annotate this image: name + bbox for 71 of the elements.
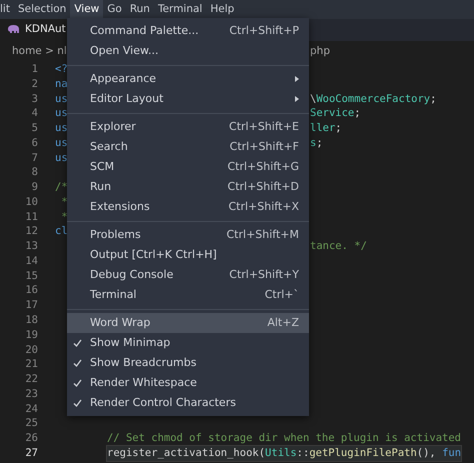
menu-bar-item[interactable]: Selection bbox=[14, 0, 70, 19]
line-number: 9 bbox=[30, 180, 38, 195]
line-number: 19 bbox=[24, 328, 38, 343]
menu-bar-item[interactable]: lit bbox=[0, 0, 14, 19]
code-text: na bbox=[55, 76, 68, 92]
line-number: 22 bbox=[24, 372, 38, 387]
menu-item[interactable]: SCM Ctrl+Shift+G bbox=[67, 157, 309, 177]
line-number: 16 bbox=[24, 283, 38, 298]
breadcrumb[interactable]: home > nl bbox=[12, 44, 67, 60]
line-number: 25 bbox=[24, 416, 38, 432]
line-number: 14 bbox=[24, 254, 38, 269]
code-text: * bbox=[60, 210, 68, 224]
line-number: 23 bbox=[24, 386, 38, 402]
line-number: 11 bbox=[24, 210, 38, 224]
code-text: us bbox=[55, 150, 68, 166]
code-text: us bbox=[55, 121, 68, 136]
line-number: 8 bbox=[30, 165, 38, 180]
code-text: ller; bbox=[310, 121, 342, 136]
code-text: * bbox=[60, 194, 68, 210]
menu-item[interactable]: Debug Console Ctrl+Shift+Y bbox=[67, 265, 309, 285]
code-text: us bbox=[55, 106, 68, 122]
breadcrumb[interactable]: php bbox=[310, 44, 330, 60]
line-number: 7 bbox=[30, 150, 38, 166]
line-number: 2 bbox=[30, 76, 38, 92]
code-line: // Set chmod of storage dir when the plugin is activated bbox=[107, 431, 462, 446]
line-number: 27 bbox=[24, 446, 38, 461]
menu-item[interactable]: Explorer Ctrl+Shift+E bbox=[67, 117, 309, 137]
menu-item[interactable]: Word Wrap Alt+Z bbox=[67, 313, 309, 333]
menu-item[interactable]: Terminal Ctrl+` bbox=[67, 285, 309, 305]
line-number: 1 bbox=[30, 62, 38, 77]
menu-item[interactable]: Appearance bbox=[67, 69, 309, 89]
menu-item[interactable]: Extensions Ctrl+Shift+X bbox=[67, 197, 309, 217]
line-number: 6 bbox=[30, 136, 38, 151]
line-number: 17 bbox=[24, 298, 38, 314]
line-number: 20 bbox=[24, 342, 38, 358]
menu-item[interactable]: Render Whitespace bbox=[67, 373, 309, 393]
line-number: 21 bbox=[24, 357, 38, 372]
menu-item[interactable]: Problems Ctrl+Shift+M bbox=[67, 225, 309, 245]
code-text: <? bbox=[55, 62, 68, 77]
menu-item[interactable]: Open View... bbox=[67, 41, 309, 61]
menu-item[interactable]: Render Control Characters bbox=[67, 393, 309, 413]
menu-bar-item[interactable]: View bbox=[70, 0, 104, 19]
menu-bar-item[interactable]: Run bbox=[126, 0, 154, 19]
menu-item[interactable]: Editor Layout bbox=[67, 89, 309, 109]
code-text: \WooCommerceFactory; bbox=[310, 92, 436, 106]
code-text: s; bbox=[310, 136, 323, 151]
line-number: 12 bbox=[24, 224, 38, 240]
menu-item[interactable]: Search Ctrl+Shift+F bbox=[67, 137, 309, 157]
line-number: 15 bbox=[24, 268, 38, 284]
menu-item[interactable]: Show Breadcrumbs bbox=[67, 353, 309, 373]
elephant-icon bbox=[7, 25, 20, 35]
line-number: 13 bbox=[24, 239, 38, 254]
code-text: us bbox=[55, 92, 68, 106]
menu-item[interactable]: Run Ctrl+Shift+D bbox=[67, 177, 309, 197]
line-number: 10 bbox=[24, 194, 38, 210]
line-number: 18 bbox=[24, 313, 38, 328]
line-number: 4 bbox=[30, 106, 38, 122]
menu-item[interactable]: Output [Ctrl+K Ctrl+H] bbox=[67, 245, 309, 265]
menu-bar-item[interactable]: Terminal bbox=[154, 0, 206, 19]
code-text: tance. */ bbox=[310, 239, 367, 254]
line-number: 24 bbox=[24, 402, 38, 416]
menu-item[interactable]: Show Minimap bbox=[67, 333, 309, 353]
menu-bar-item[interactable]: Help bbox=[206, 0, 238, 19]
menu-bar-item[interactable]: Go bbox=[103, 0, 126, 19]
line-number: 26 bbox=[24, 431, 38, 446]
line-number: 5 bbox=[30, 121, 38, 136]
line-number: 3 bbox=[30, 92, 38, 106]
code-text: us bbox=[55, 136, 68, 151]
code-text: cl bbox=[55, 224, 68, 240]
code-text: Service; bbox=[310, 106, 361, 122]
code-text: /* bbox=[55, 180, 68, 195]
